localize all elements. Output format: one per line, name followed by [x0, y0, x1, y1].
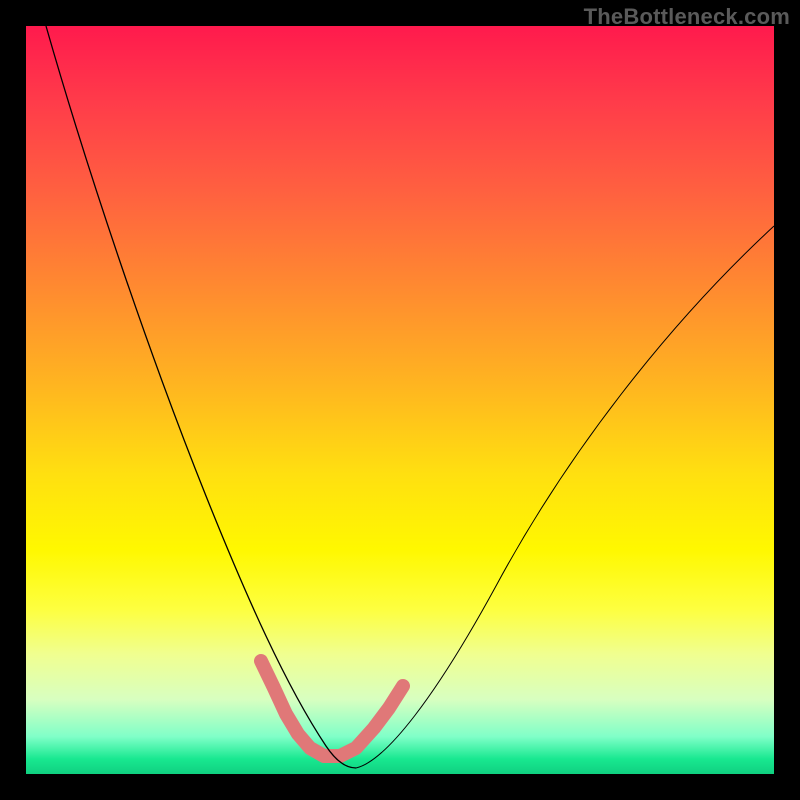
curve-right: [356, 226, 774, 768]
curve-left: [46, 26, 356, 768]
bottleneck-curve-svg: [26, 26, 774, 774]
highlight-band: [261, 661, 403, 756]
plot-area: [26, 26, 774, 774]
chart-frame: TheBottleneck.com: [0, 0, 800, 800]
watermark-text: TheBottleneck.com: [584, 4, 790, 30]
